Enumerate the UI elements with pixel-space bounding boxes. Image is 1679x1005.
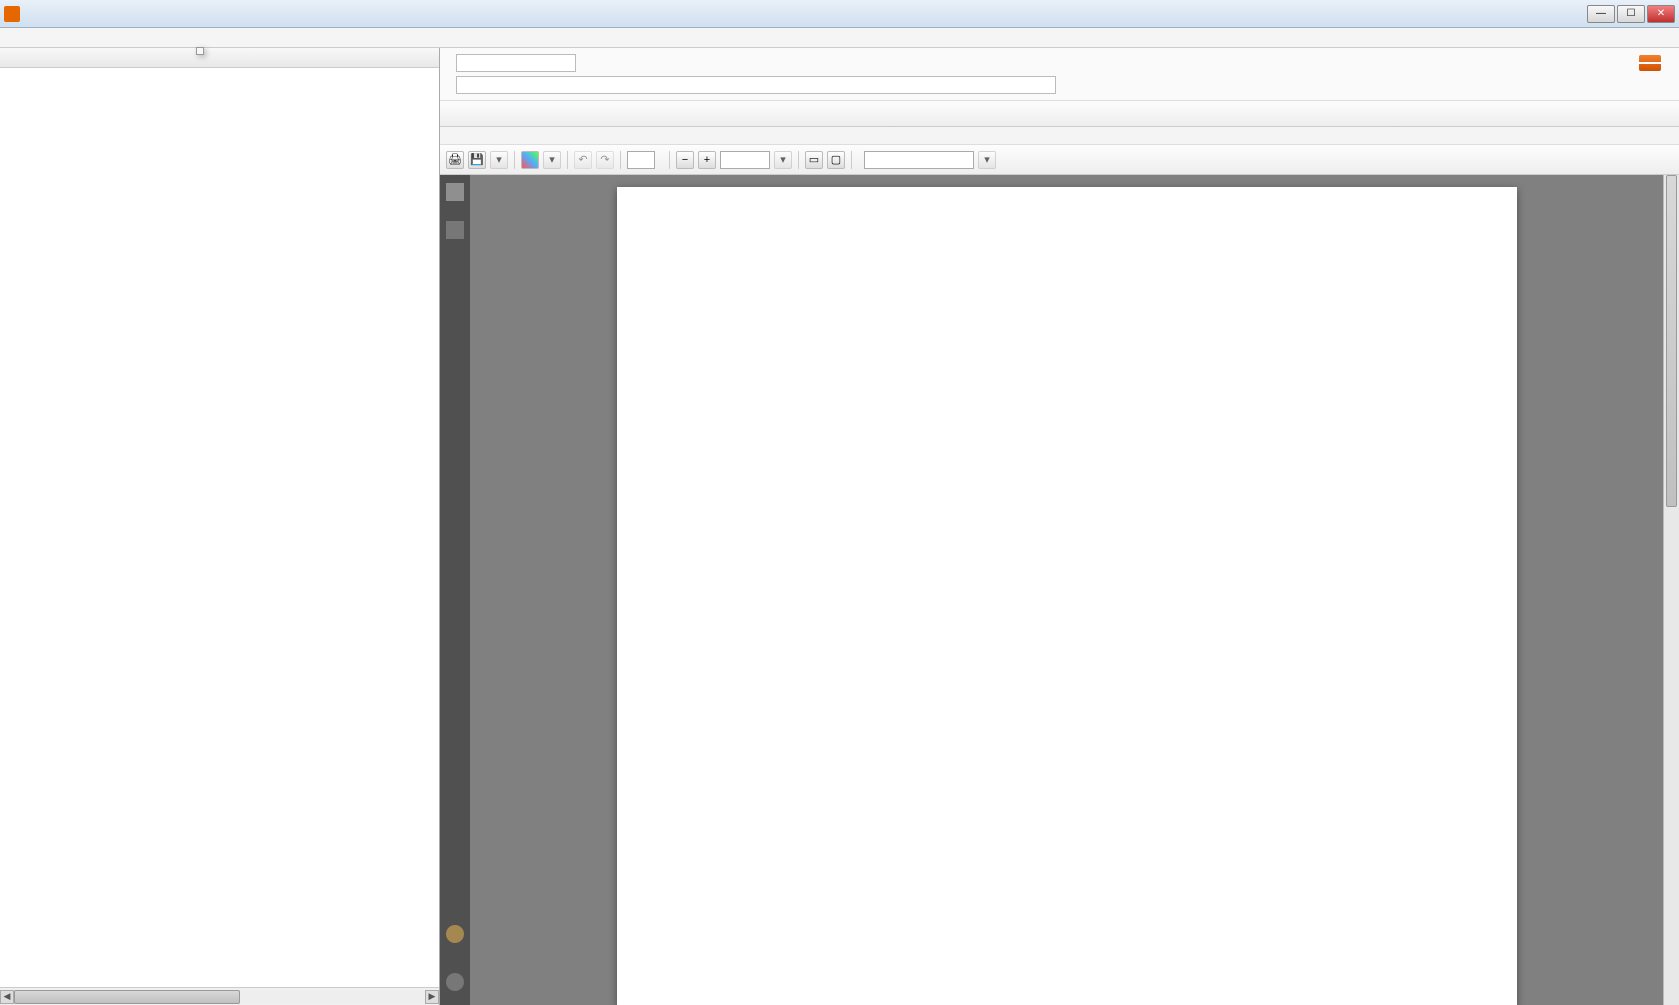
scroll-right-arrow[interactable]: ▶: [425, 990, 439, 1004]
search-input[interactable]: [864, 151, 974, 169]
app-icon: [4, 6, 20, 22]
undo-icon[interactable]: ↶: [574, 151, 592, 169]
action-toolbar: [440, 101, 1679, 127]
h-scrollbar[interactable]: ◀ ▶: [0, 987, 439, 1005]
scroll-track[interactable]: [14, 990, 425, 1004]
minimize-button[interactable]: —: [1587, 5, 1615, 23]
menubar: [0, 28, 1679, 48]
tools-dropdown: [196, 47, 204, 55]
category-tree[interactable]: [0, 68, 439, 987]
search-dropdown-icon[interactable]: ▾: [978, 151, 996, 169]
redo-icon[interactable]: ↷: [596, 151, 614, 169]
zoom-in-icon[interactable]: +: [698, 151, 716, 169]
close-button[interactable]: ✕: [1647, 5, 1675, 23]
left-panel: ◀ ▶: [0, 48, 440, 1005]
zoom-out-icon[interactable]: −: [676, 151, 694, 169]
comments-icon[interactable]: [446, 925, 464, 943]
brand: [1639, 55, 1669, 71]
right-panel: 🖨 💾 ▾ ▾ ↶ ↷ − + ▾ ▭ ▢ ▾: [440, 48, 1679, 1005]
v-scroll-thumb[interactable]: [1666, 175, 1677, 507]
fit-width-icon[interactable]: ▭: [805, 151, 823, 169]
preview-header: [440, 127, 1679, 145]
pdf-viewer: [440, 175, 1679, 1005]
fit-page-icon[interactable]: ▢: [827, 151, 845, 169]
scroll-left-arrow[interactable]: ◀: [0, 990, 14, 1004]
print-icon[interactable]: 🖨: [446, 151, 464, 169]
v-scrollbar[interactable]: [1663, 175, 1679, 1005]
pdf-sidebar: [440, 175, 470, 1005]
page-scroll[interactable]: [470, 175, 1663, 1005]
kat-value[interactable]: [456, 54, 576, 72]
info-bar: [440, 48, 1679, 101]
scroll-thumb[interactable]: [14, 990, 240, 1004]
zoom-value[interactable]: [720, 151, 770, 169]
tree-header: [0, 48, 439, 68]
titlebar: — ☐ ✕: [0, 0, 1679, 28]
save-dropdown-icon[interactable]: ▾: [490, 151, 508, 169]
palette-dropdown-icon[interactable]: ▾: [543, 151, 561, 169]
pdf-toolbar: 🖨 💾 ▾ ▾ ↶ ↷ − + ▾ ▭ ▢ ▾: [440, 145, 1679, 175]
save-icon[interactable]: 💾: [468, 151, 486, 169]
nazev-value[interactable]: [456, 76, 1056, 94]
document-page: [617, 187, 1517, 1005]
zoom-dropdown-icon[interactable]: ▾: [774, 151, 792, 169]
pages-icon[interactable]: [446, 183, 464, 201]
drawing: [645, 229, 1185, 749]
maximize-button[interactable]: ☐: [1617, 5, 1645, 23]
palette-icon[interactable]: [521, 151, 539, 169]
bookmarks-icon[interactable]: [446, 221, 464, 239]
page-current[interactable]: [627, 151, 655, 169]
brand-icon: [1639, 55, 1661, 71]
attach-icon[interactable]: [446, 973, 464, 991]
